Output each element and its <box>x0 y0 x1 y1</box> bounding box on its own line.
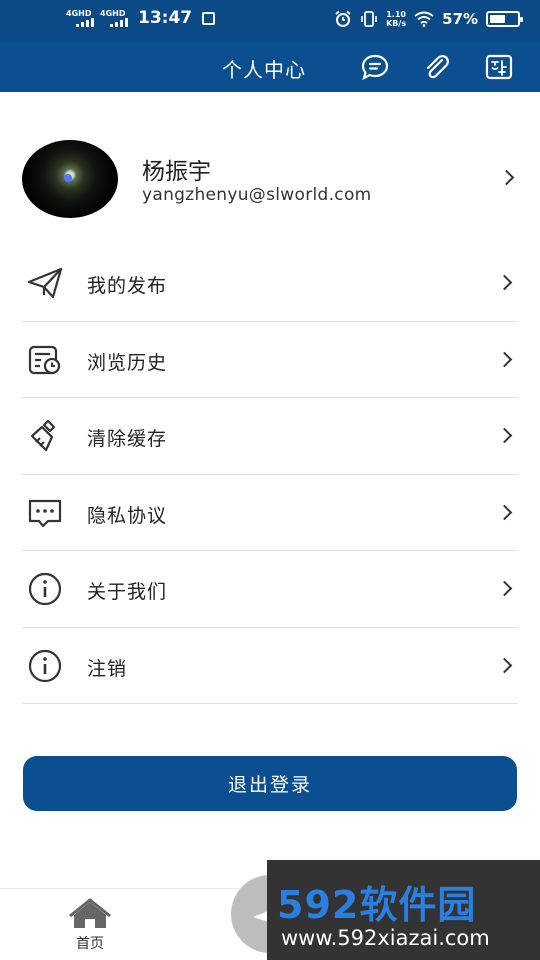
chevron-right-icon <box>496 274 513 291</box>
paper-plane-icon <box>27 267 63 299</box>
status-right: 1.10 KB/s 57% <box>334 10 523 28</box>
home-icon <box>69 898 111 928</box>
status-time: 13:47 <box>138 8 193 28</box>
info-icon <box>28 649 62 682</box>
menu-item-label: 清除缓存 <box>87 428 168 450</box>
logout-button[interactable]: 退出登录 <box>23 756 517 811</box>
chevron-right-icon <box>496 504 513 520</box>
signal-icon <box>110 18 128 27</box>
sim1-signal: 4GHD <box>66 9 94 27</box>
vibrate-icon <box>361 11 377 27</box>
menu-item-clear-cache[interactable]: 清除缓存 <box>22 398 518 475</box>
page-title: 个人中心 <box>222 58 306 82</box>
battery-fill <box>490 15 505 23</box>
menu-item-label: 浏览历史 <box>87 351 168 374</box>
menu-item-label: 我的发布 <box>87 275 168 297</box>
network-speed: 1.10 KB/s <box>386 10 406 28</box>
menu-item-label: 关于我们 <box>87 581 168 603</box>
menu-item-label: 隐私协议 <box>87 504 168 527</box>
settings-menu: 我的发布 浏览历史 清除缓存 隐私协议 关于我们 注销 <box>0 245 540 704</box>
watermark: 592软件园 www.592xiazai.com <box>267 860 540 960</box>
attachment-icon[interactable] <box>422 53 452 81</box>
avatar[interactable] <box>22 140 118 218</box>
app-header: 个人中心 <box>0 42 540 92</box>
nav-home[interactable]: 首页 <box>60 897 120 957</box>
chevron-right-icon <box>496 427 513 444</box>
menu-item-label: 注销 <box>87 657 128 680</box>
menu-item-about[interactable]: 关于我们 <box>22 551 518 628</box>
message-icon[interactable] <box>360 53 390 81</box>
profile-name: 杨振宇 <box>142 159 211 185</box>
sim1-label: 4GHD <box>66 9 92 18</box>
menu-item-history[interactable]: 浏览历史 <box>22 322 518 398</box>
chevron-right-icon <box>496 657 513 673</box>
nav-home-label: 首页 <box>76 936 104 952</box>
menu-item-deactivate[interactable]: 注销 <box>22 628 518 704</box>
chevron-right-icon <box>496 351 513 367</box>
chevron-right-icon <box>498 169 515 186</box>
profile-card[interactable]: 杨振宇 yangzhenyu@slworld.com <box>0 130 540 230</box>
message-dots-icon <box>28 499 62 527</box>
chevron-right-icon <box>496 580 513 597</box>
status-left: 4GHD 4GHD 13:47 <box>66 8 216 28</box>
menu-item-privacy[interactable]: 隐私协议 <box>22 475 518 551</box>
info-icon <box>28 572 62 606</box>
translate-icon[interactable] <box>484 53 514 81</box>
avatar-highlight <box>64 174 72 182</box>
signal-icon <box>76 18 94 27</box>
battery-percent: 57% <box>442 10 478 28</box>
wifi-icon <box>414 11 434 27</box>
profile-email: yangzhenyu@slworld.com <box>142 185 372 205</box>
history-icon <box>28 345 61 374</box>
menu-item-my-posts[interactable]: 我的发布 <box>22 245 518 322</box>
sim2-signal: 4GHD <box>100 9 128 27</box>
network-speed-value: 1.10 <box>386 10 406 19</box>
alarm-icon <box>335 10 351 27</box>
battery-icon <box>486 11 523 27</box>
notification-icon <box>202 11 216 25</box>
broom-icon <box>30 419 56 452</box>
watermark-url: www.592xiazai.com <box>281 926 490 950</box>
network-speed-unit: KB/s <box>386 19 407 28</box>
sim2-label: 4GHD <box>100 9 126 18</box>
watermark-brand: 592软件园 <box>277 883 477 927</box>
status-bar: 4GHD 4GHD 13:47 1.10 KB/s 57% <box>0 0 540 42</box>
